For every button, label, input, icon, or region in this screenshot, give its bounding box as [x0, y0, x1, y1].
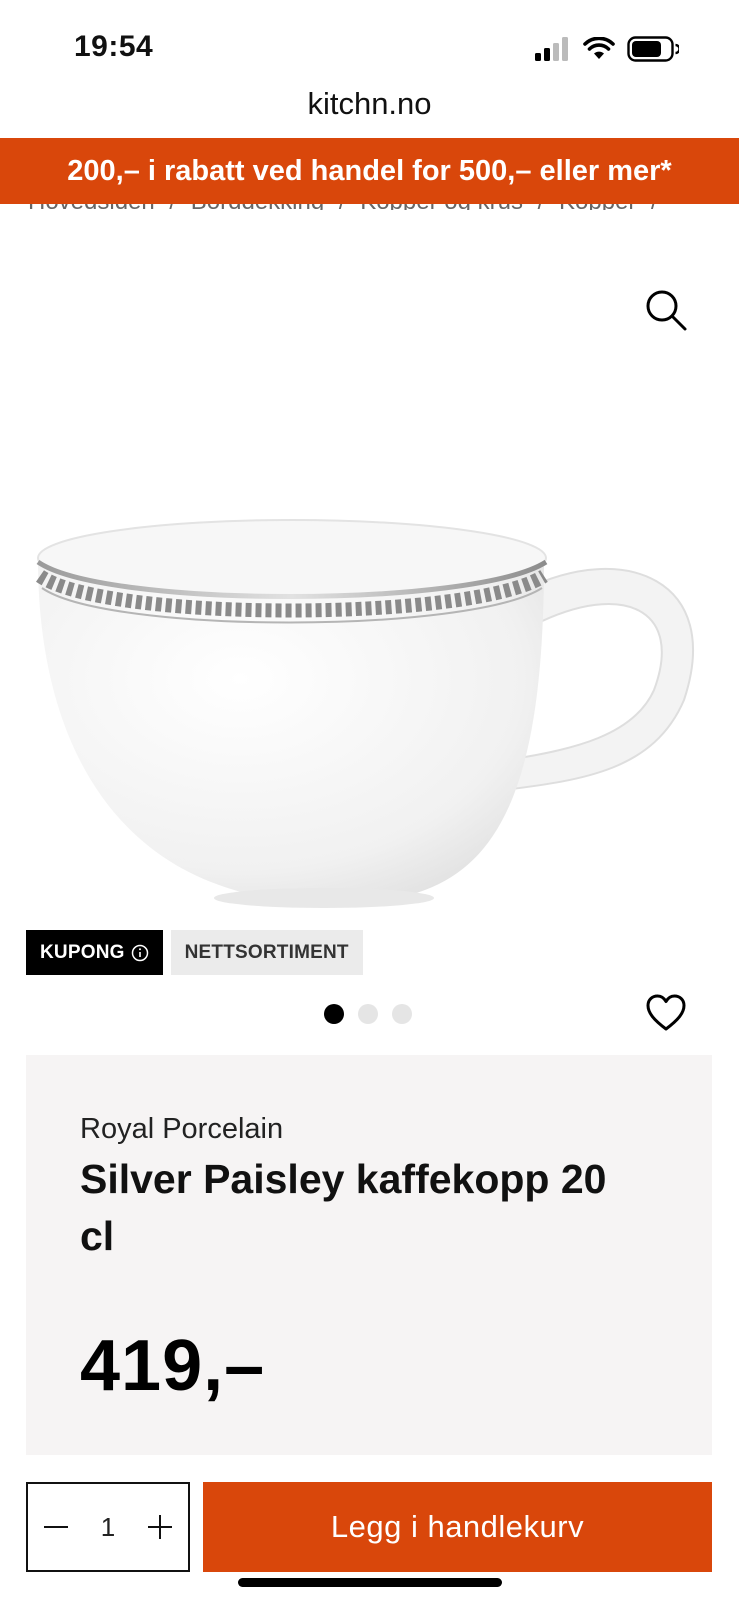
- plus-icon: [148, 1515, 172, 1539]
- search-icon: [646, 290, 687, 331]
- nettsortiment-badge: NETTSORTIMENT: [170, 930, 363, 975]
- url-text[interactable]: kitchn.no: [0, 86, 739, 122]
- gallery-dot[interactable]: [358, 1004, 378, 1024]
- promo-banner[interactable]: 200,– i rabatt ved handel for 500,– elle…: [0, 138, 739, 204]
- status-icons: [535, 36, 679, 62]
- increase-quantity-button[interactable]: [146, 1513, 174, 1541]
- product-price: 419,–: [80, 1326, 266, 1406]
- quantity-stepper: 1: [26, 1482, 190, 1572]
- signal-icon: [535, 37, 568, 61]
- gallery-dot[interactable]: [392, 1004, 412, 1024]
- favorite-button[interactable]: [646, 994, 686, 1032]
- wifi-icon: [583, 37, 615, 59]
- battery-icon: [627, 36, 679, 62]
- minus-icon: [44, 1526, 68, 1528]
- promo-banner-text: 200,– i rabatt ved handel for 500,– elle…: [67, 154, 672, 187]
- status-time: 19:54: [74, 30, 154, 63]
- status-bar: 19:54: [0, 0, 739, 90]
- info-icon[interactable]: [131, 944, 149, 962]
- kupong-badge[interactable]: KUPONG: [26, 930, 163, 975]
- product-info-card: Royal Porcelain Silver Paisley kaffekopp…: [26, 1055, 712, 1455]
- product-title: Silver Paisley kaffekopp 20 cl: [80, 1156, 607, 1259]
- product-image[interactable]: [24, 500, 714, 940]
- quantity-value[interactable]: 1: [101, 1512, 115, 1543]
- teacup-image: [36, 519, 695, 908]
- gallery-dot[interactable]: [324, 1004, 344, 1024]
- add-to-cart-button[interactable]: Legg i handlekurv: [203, 1482, 712, 1572]
- add-to-cart-label: Legg i handlekurv: [330, 1509, 585, 1544]
- nettsortiment-badge-label: NETTSORTIMENT: [184, 941, 349, 963]
- kupong-badge-label: KUPONG: [40, 941, 125, 963]
- zoom-button[interactable]: [644, 288, 688, 332]
- gallery-pagination: [324, 1004, 412, 1024]
- product-brand[interactable]: Royal Porcelain: [80, 1113, 283, 1146]
- home-indicator: [238, 1578, 502, 1587]
- decrease-quantity-button[interactable]: [42, 1513, 70, 1541]
- product-badges: KUPONG NETTSORTIMENT: [26, 930, 363, 975]
- heart-icon: [646, 994, 686, 1031]
